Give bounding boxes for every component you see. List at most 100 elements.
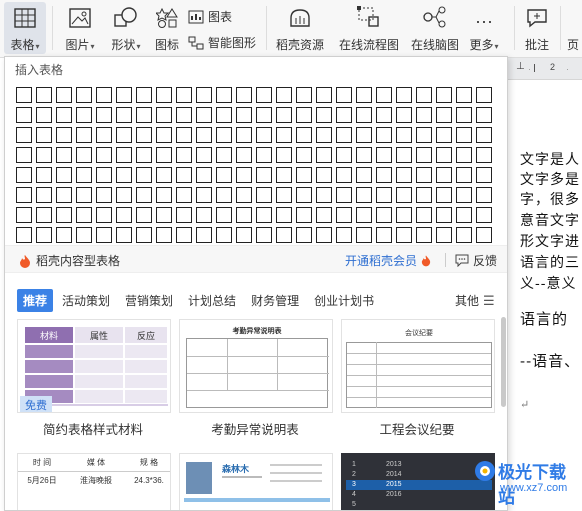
grid-cell[interactable]: [16, 227, 32, 243]
grid-cell[interactable]: [16, 87, 32, 103]
grid-cell[interactable]: [356, 187, 372, 203]
grid-cell[interactable]: [176, 127, 192, 143]
grid-cell[interactable]: [96, 87, 112, 103]
grid-cell[interactable]: [36, 127, 52, 143]
grid-cell[interactable]: [76, 187, 92, 203]
grid-cell[interactable]: [36, 227, 52, 243]
grid-cell[interactable]: [416, 167, 432, 183]
grid-cell[interactable]: [176, 147, 192, 163]
grid-cell[interactable]: [256, 127, 272, 143]
grid-cell[interactable]: [256, 227, 272, 243]
tab-recommend[interactable]: 推荐: [17, 288, 54, 312]
grid-cell[interactable]: [96, 107, 112, 123]
grid-cell[interactable]: [116, 107, 132, 123]
grid-cell[interactable]: [416, 147, 432, 163]
grid-cell[interactable]: [176, 227, 192, 243]
grid-cell[interactable]: [136, 127, 152, 143]
grid-cell[interactable]: [456, 87, 472, 103]
grid-cell[interactable]: [356, 87, 372, 103]
grid-cell[interactable]: [236, 187, 252, 203]
grid-cell[interactable]: [196, 227, 212, 243]
grid-cell[interactable]: [436, 187, 452, 203]
grid-cell[interactable]: [236, 107, 252, 123]
grid-cell[interactable]: [416, 127, 432, 143]
grid-cell[interactable]: [356, 227, 372, 243]
grid-cell[interactable]: [76, 207, 92, 223]
grid-cell[interactable]: [76, 167, 92, 183]
grid-cell[interactable]: [336, 207, 352, 223]
grid-cell[interactable]: [416, 227, 432, 243]
grid-cell[interactable]: [96, 147, 112, 163]
grid-cell[interactable]: [336, 87, 352, 103]
grid-cell[interactable]: [76, 127, 92, 143]
grid-cell[interactable]: [196, 127, 212, 143]
grid-cell[interactable]: [296, 87, 312, 103]
grid-cell[interactable]: [256, 187, 272, 203]
template-card-resume[interactable]: 森林木: [179, 453, 333, 510]
grid-cell[interactable]: [156, 207, 172, 223]
shapes-button[interactable]: 形状▾: [106, 2, 146, 54]
grid-cell[interactable]: [276, 107, 292, 123]
grid-cell[interactable]: [376, 207, 392, 223]
grid-cell[interactable]: [56, 227, 72, 243]
flowchart-button[interactable]: 在线流程图: [336, 2, 402, 54]
grid-cell[interactable]: [36, 147, 52, 163]
grid-cell[interactable]: [156, 107, 172, 123]
grid-cell[interactable]: [76, 227, 92, 243]
grid-cell[interactable]: [356, 107, 372, 123]
grid-cell[interactable]: [16, 187, 32, 203]
grid-cell[interactable]: [356, 207, 372, 223]
grid-cell[interactable]: [96, 207, 112, 223]
grid-cell[interactable]: [376, 227, 392, 243]
grid-cell[interactable]: [436, 227, 452, 243]
grid-cell[interactable]: [156, 187, 172, 203]
icons-button[interactable]: 图标: [150, 2, 184, 54]
grid-cell[interactable]: [116, 207, 132, 223]
grid-cell[interactable]: [76, 147, 92, 163]
grid-cell[interactable]: [376, 127, 392, 143]
grid-cell[interactable]: [396, 107, 412, 123]
grid-cell[interactable]: [16, 107, 32, 123]
grid-cell[interactable]: [456, 227, 472, 243]
grid-cell[interactable]: [116, 147, 132, 163]
grid-cell[interactable]: [356, 147, 372, 163]
grid-cell[interactable]: [236, 207, 252, 223]
grid-cell[interactable]: [276, 207, 292, 223]
grid-cell[interactable]: [136, 147, 152, 163]
grid-cell[interactable]: [256, 207, 272, 223]
grid-cell[interactable]: [36, 187, 52, 203]
grid-cell[interactable]: [276, 147, 292, 163]
template-card-attendance[interactable]: 考勤异常说明表: [179, 319, 333, 413]
grid-cell[interactable]: [296, 167, 312, 183]
grid-cell[interactable]: [216, 107, 232, 123]
grid-cell[interactable]: [456, 127, 472, 143]
tab-finance[interactable]: 财务管理: [245, 289, 305, 312]
grid-cell[interactable]: [296, 107, 312, 123]
grid-cell[interactable]: [196, 107, 212, 123]
grid-cell[interactable]: [116, 227, 132, 243]
grid-cell[interactable]: [376, 167, 392, 183]
grid-cell[interactable]: [416, 207, 432, 223]
grid-cell[interactable]: [376, 187, 392, 203]
grid-cell[interactable]: [336, 147, 352, 163]
grid-cell[interactable]: [316, 107, 332, 123]
grid-cell[interactable]: [56, 207, 72, 223]
grid-cell[interactable]: [296, 227, 312, 243]
grid-cell[interactable]: [96, 227, 112, 243]
grid-cell[interactable]: [256, 167, 272, 183]
page-button[interactable]: 页: [564, 2, 582, 54]
grid-cell[interactable]: [316, 147, 332, 163]
grid-cell[interactable]: [436, 147, 452, 163]
grid-cell[interactable]: [476, 107, 492, 123]
grid-cell[interactable]: [436, 127, 452, 143]
grid-cell[interactable]: [476, 87, 492, 103]
grid-cell[interactable]: [216, 167, 232, 183]
template-card-meeting[interactable]: 会议纪要: [341, 319, 495, 413]
content-table-link[interactable]: 稻壳内容型表格: [19, 252, 120, 269]
feedback-button[interactable]: 反馈: [455, 252, 497, 269]
grid-cell[interactable]: [416, 187, 432, 203]
template-card-dark-table[interactable]: 1 2013 2 2014 3 2015 4 2016 5: [341, 453, 495, 510]
grid-cell[interactable]: [216, 227, 232, 243]
grid-cell[interactable]: [276, 167, 292, 183]
grid-cell[interactable]: [456, 187, 472, 203]
